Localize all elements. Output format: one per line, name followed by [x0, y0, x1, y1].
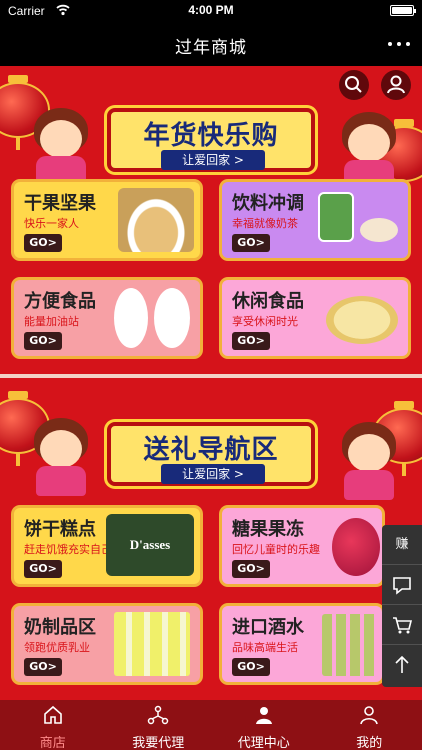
category-card-imported-wine[interactable]: 进口酒水 品味高端生活 GO> [222, 606, 382, 682]
category-card-snacks[interactable]: 休闲食品 享受休闲时光 GO> [222, 280, 408, 356]
biscuit-box-image: D'asses [106, 514, 194, 576]
card-title: 休闲食品 [232, 291, 304, 312]
category-card-beverages[interactable]: 饮料冲调 幸福就像奶茶 GO> [222, 182, 408, 258]
tab-label: 代理中心 [237, 736, 290, 750]
candy-bowl-image [332, 518, 380, 576]
promo-banner[interactable]: 送礼导航区 让爱回家 > [107, 422, 315, 486]
promo-banner[interactable]: 年货快乐购 让爱回家 > [107, 108, 315, 172]
chat-icon [393, 577, 411, 595]
more-dots-icon [388, 42, 392, 46]
card-subtitle: 品味高端生活 [232, 641, 298, 654]
tea-cup-image [360, 218, 398, 242]
wine-bottles-image [322, 614, 378, 676]
card-subtitle: 领跑优质乳业 [24, 641, 90, 654]
banner-subtitle-button[interactable]: 让爱回家 > [161, 464, 265, 484]
card-title: 奶制品区 [24, 617, 96, 638]
card-title: 糖果果冻 [232, 519, 304, 540]
go-button[interactable]: GO> [232, 234, 270, 252]
card-subtitle: 赶走饥饿充实自己 [24, 543, 112, 556]
section-gift-navigation: 送礼导航区 让爱回家 > 饼干糕点 赶走饥饿充实自己 GO> D'asses 糖… [0, 378, 422, 700]
battery-icon [390, 5, 416, 16]
network-icon [148, 705, 169, 725]
floating-toolbar: 赚 [382, 525, 422, 687]
page-title: 过年商城 [175, 38, 247, 58]
banner-subtitle-button[interactable]: 让爱回家 > [161, 150, 265, 170]
tab-my[interactable]: 我的 [317, 700, 422, 750]
tab-agent-center[interactable]: 代理中心 [211, 700, 317, 750]
girl-illustration [28, 418, 94, 496]
card-subtitle: 享受休闲时光 [232, 315, 298, 328]
status-bar: Carrier 4:00 PM [0, 0, 422, 22]
milk-tea-box-image [318, 192, 354, 242]
nav-bar: 过年商城 [0, 22, 422, 66]
noodle-bowl-image [114, 288, 148, 348]
agent-icon [255, 707, 272, 724]
cart-button[interactable] [382, 605, 422, 645]
earn-label: 赚 [395, 537, 409, 552]
card-title: 方便食品 [24, 291, 96, 312]
go-button[interactable]: GO> [24, 560, 62, 578]
category-card-biscuits[interactable]: 饼干糕点 赶走饥饿充实自己 GO> D'asses [14, 508, 200, 584]
card-subtitle: 能量加油站 [24, 315, 79, 328]
tab-become-agent[interactable]: 我要代理 [106, 700, 212, 750]
search-button[interactable] [339, 70, 369, 100]
girl-illustration [28, 108, 94, 186]
go-button[interactable]: GO> [232, 332, 270, 350]
yogurt-bottles-image [114, 612, 190, 676]
go-button[interactable]: GO> [24, 658, 62, 676]
tab-label: 我的 [356, 736, 383, 750]
card-title: 饼干糕点 [24, 519, 96, 540]
section-new-year-goods: 年货快乐购 让爱回家 > 干果坚果 快乐一家人 GO> 饮料冲调 幸福就像奶茶 … [0, 66, 422, 374]
earn-button[interactable]: 赚 [382, 525, 422, 565]
arrow-up-icon [395, 655, 409, 673]
category-card-instant-food[interactable]: 方便食品 能量加油站 GO> [14, 280, 200, 356]
card-title: 饮料冲调 [232, 193, 304, 214]
user-icon [360, 706, 379, 725]
chat-button[interactable] [382, 565, 422, 605]
back-to-top-button[interactable] [382, 645, 422, 685]
girl-illustration [336, 112, 402, 190]
nuts-product-image [118, 188, 194, 252]
bottom-tab-bar: 商店 我要代理 代理中心 我的 [0, 700, 422, 750]
noodle-bowl-image [154, 288, 190, 348]
cart-icon [393, 617, 413, 634]
user-icon [387, 75, 405, 94]
go-button[interactable]: GO> [24, 234, 62, 252]
go-button[interactable]: GO> [232, 560, 270, 578]
card-subtitle: 幸福就像奶茶 [232, 217, 298, 230]
card-subtitle: 快乐一家人 [24, 217, 79, 230]
card-subtitle: 回忆儿童时的乐趣 [232, 543, 320, 556]
go-button[interactable]: GO> [232, 658, 270, 676]
category-card-candy-jelly[interactable]: 糖果果冻 回忆儿童时的乐趣 GO> [222, 508, 382, 584]
tab-label: 我要代理 [132, 736, 185, 750]
category-card-dried-fruit[interactable]: 干果坚果 快乐一家人 GO> [14, 182, 200, 258]
tab-store[interactable]: 商店 [0, 700, 106, 750]
go-button[interactable]: GO> [24, 332, 62, 350]
tab-label: 商店 [39, 736, 66, 750]
home-icon [43, 705, 62, 724]
banner-title: 送礼导航区 [143, 435, 279, 465]
girl-illustration [336, 422, 402, 500]
status-time: 4:00 PM [188, 3, 234, 17]
category-card-dairy[interactable]: 奶制品区 领跑优质乳业 GO> [14, 606, 200, 682]
chips-product-image [326, 296, 398, 344]
banner-title: 年货快乐购 [143, 121, 279, 151]
search-icon [345, 76, 362, 93]
card-title: 进口酒水 [232, 617, 304, 638]
more-menu-button[interactable] [388, 34, 410, 54]
card-title: 干果坚果 [24, 193, 96, 214]
user-profile-button[interactable] [381, 70, 411, 100]
